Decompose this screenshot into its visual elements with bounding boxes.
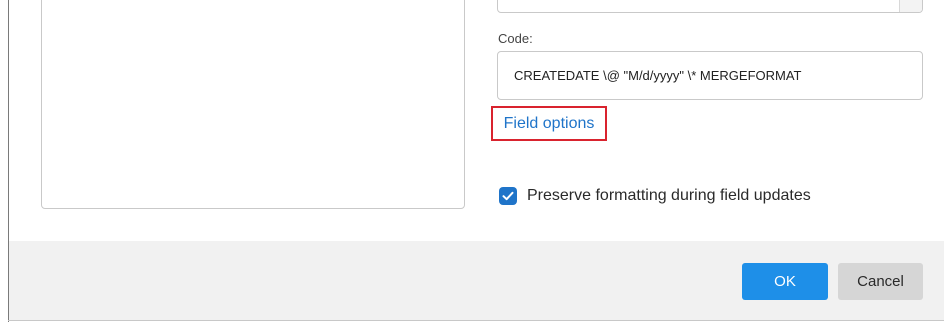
preserve-formatting-label: Preserve formatting during field updates [527,187,811,204]
field-list-panel[interactable] [41,0,465,209]
check-icon [502,191,514,201]
field-options-highlight: Field options [491,106,607,141]
field-properties-dropdown-button[interactable] [899,0,922,12]
cancel-button[interactable]: Cancel [838,263,923,300]
field-options-link[interactable]: Field options [504,115,595,133]
preserve-formatting-row: Preserve formatting during field updates [499,187,811,205]
ok-button[interactable]: OK [742,263,828,300]
code-label: Code: [498,31,533,46]
preserve-formatting-checkbox[interactable] [499,187,517,205]
dialog-bottom-border [8,320,944,321]
field-dialog: Code: CREATEDATE \@ "M/d/yyyy" \* MERGEF… [0,0,944,322]
field-properties-input[interactable] [497,0,923,13]
code-input[interactable]: CREATEDATE \@ "M/d/yyyy" \* MERGEFORMAT [497,51,923,100]
